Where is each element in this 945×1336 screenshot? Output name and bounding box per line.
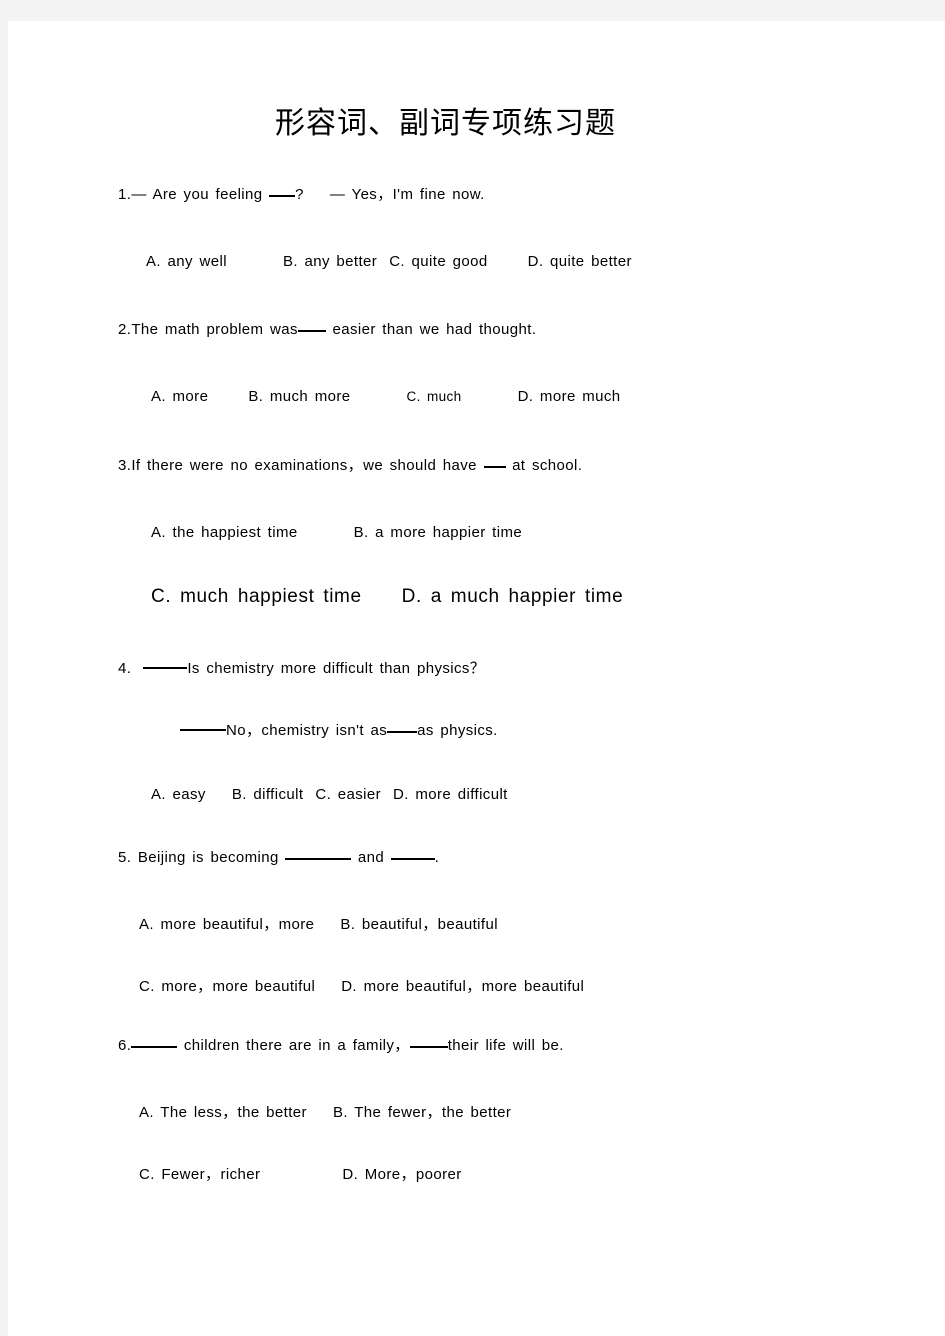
- question-4-line2-pre: No，chemistry isn't as: [226, 722, 388, 739]
- question-2: 2.The math problem was easier than we ha…: [8, 319, 945, 408]
- question-3-number: 3.: [118, 457, 132, 474]
- em-dash-icon: [143, 667, 188, 670]
- question-3-option-b: B. a more happier time: [353, 524, 523, 541]
- page-title: 形容词、副词专项练习题: [275, 107, 616, 140]
- question-3-stem-post: at school.: [505, 457, 583, 474]
- question-6-stem: 6. children there are in a family， their …: [118, 1035, 945, 1057]
- question-5-stem-post: .: [434, 849, 440, 866]
- question-4-number: 4.: [118, 660, 132, 677]
- question-3-stem: 3.If there were no examinations，we shoul…: [118, 455, 945, 477]
- document-page: 形容词、副词专项练习题 1.— Are you feeling ? — Yes，I…: [8, 21, 945, 1336]
- question-5-option-d: D. more beautiful，more beautiful: [341, 978, 585, 995]
- question-3-option-d: D. a much happier time: [401, 586, 624, 607]
- question-2-blank: [297, 330, 326, 332]
- question-3: 3.If there were no examinations，we shoul…: [8, 455, 945, 608]
- question-1-stem: 1.— Are you feeling ? — Yes，I'm fine now.: [118, 184, 945, 206]
- question-6-blank-2: [409, 1046, 448, 1048]
- question-1-option-b: B. any better: [282, 253, 378, 270]
- question-2-option-d: D. more much: [517, 388, 621, 405]
- question-5-number: 5.: [118, 849, 132, 866]
- question-6-options-cd: C. Fewer，richer D. More，poorer: [139, 1164, 945, 1186]
- question-5-option-c: C. more，more beautiful: [139, 978, 316, 995]
- question-1-number: 1.: [118, 186, 132, 203]
- question-2-options: A. more B. much more C. much D. more much: [151, 386, 945, 408]
- question-6-options-ab: A. The less，the better B. The fewer，the b…: [139, 1102, 945, 1124]
- question-5-options-cd: C. more，more beautiful D. more beautiful，…: [139, 976, 945, 998]
- question-5-stem: 5. Beijing is becoming and .: [118, 847, 945, 869]
- question-4-stem-line1: 4. Is chemistry more difficult than physi…: [118, 658, 945, 680]
- question-6-number: 6.: [118, 1037, 132, 1054]
- question-2-number: 2.: [118, 321, 132, 338]
- em-dash-icon: [180, 729, 226, 732]
- question-5-options-ab: A. more beautiful，more B. beautiful，beaut…: [139, 914, 945, 936]
- question-4-line2-post: as physics.: [417, 722, 498, 739]
- question-1: 1.— Are you feeling ? — Yes，I'm fine now.…: [8, 184, 945, 273]
- question-5-stem-mid: and: [351, 849, 391, 866]
- question-4-blank: [387, 731, 418, 733]
- question-2-option-b: B. much more: [248, 388, 351, 405]
- question-3-options-ab: A. the happiest time B. a more happier ti…: [151, 522, 945, 544]
- question-4-option-d: D. more difficult: [393, 786, 508, 803]
- question-3-stem-pre: If there were no examinations，we should …: [131, 457, 484, 474]
- question-4-options: A. easy B. difficult C. easier D. more diff…: [151, 784, 945, 806]
- question-5-option-b: B. beautiful，beautiful: [340, 916, 498, 933]
- question-2-stem: 2.The math problem was easier than we ha…: [118, 319, 945, 341]
- question-2-option-c: C. much: [406, 389, 462, 404]
- question-2-stem-post: easier than we had thought.: [325, 321, 537, 338]
- question-1-stem-post: ?: [295, 186, 304, 203]
- question-4-option-c: C. easier: [315, 786, 382, 803]
- question-1-option-c: C. quite good: [389, 253, 488, 270]
- question-1-option-d: D. quite better: [527, 253, 632, 270]
- question-6-option-d: D. More，poorer: [342, 1166, 462, 1183]
- question-5-stem-pre: Beijing is becoming: [131, 849, 286, 866]
- question-2-option-a: A. more: [151, 388, 209, 405]
- question-5-blank-1: [285, 858, 352, 860]
- question-6-stem-pre: children there are in a family，: [177, 1037, 410, 1054]
- question-4-line1: Is chemistry more difficult than physics…: [187, 660, 486, 677]
- question-1-stem-pre: — Are you feeling: [131, 186, 270, 203]
- question-5-blank-2: [390, 858, 435, 860]
- question-6-option-c: C. Fewer，richer: [139, 1166, 261, 1183]
- question-4-option-b: B. difficult: [231, 786, 304, 803]
- question-4-stem-line2: No，chemistry isn't as as physics.: [180, 720, 945, 742]
- question-6: 6. children there are in a family， their …: [8, 1035, 945, 1186]
- question-6-stem-post: their life will be.: [447, 1037, 564, 1054]
- question-1-options: A. any well B. any better C. quite good D. …: [146, 251, 945, 273]
- question-3-options-cd: C. much happiest time D. a much happier t…: [151, 586, 945, 608]
- question-1-stem-tail: — Yes，I'm fine now.: [329, 186, 485, 203]
- question-2-stem-pre: The math problem was: [131, 321, 298, 338]
- question-6-blank-1: [131, 1046, 178, 1048]
- question-4-option-a: A. easy: [151, 786, 206, 803]
- question-6-option-a: A. The less，the better: [139, 1104, 307, 1121]
- question-3-option-a: A. the happiest time: [151, 524, 298, 541]
- question-1-blank: [269, 195, 296, 197]
- page-content: 形容词、副词专项练习题 1.— Are you feeling ? — Yes，I…: [8, 21, 945, 1336]
- question-5-option-a: A. more beautiful，more: [139, 916, 315, 933]
- question-4: 4. Is chemistry more difficult than physi…: [8, 658, 945, 806]
- question-3-option-c: C. much happiest time: [151, 586, 362, 607]
- question-5: 5. Beijing is becoming and . A. more bea…: [8, 847, 945, 998]
- question-1-option-a: A. any well: [146, 253, 227, 270]
- question-6-option-b: B. The fewer，the better: [332, 1104, 512, 1121]
- question-3-blank: [483, 466, 506, 468]
